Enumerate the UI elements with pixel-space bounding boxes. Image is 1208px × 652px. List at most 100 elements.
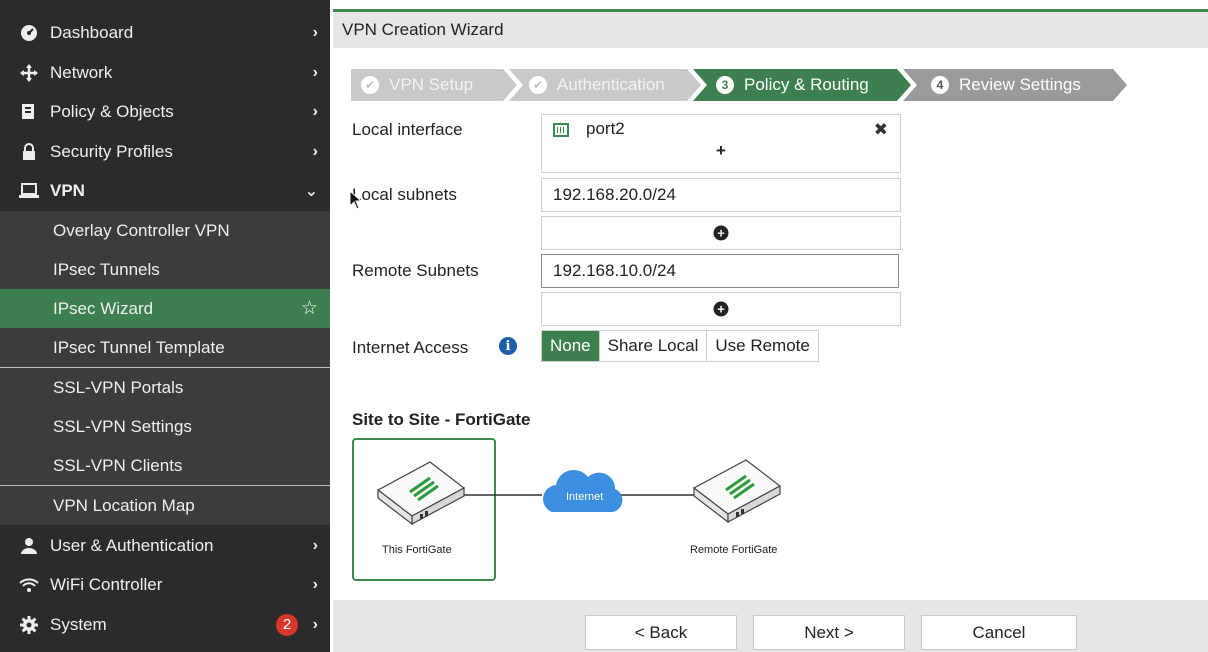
- wifi-icon: [18, 577, 40, 593]
- sidebar-item-label: Security Profiles: [50, 141, 173, 161]
- sidebar-item-ipsec-wizard[interactable]: IPsec Wizard ☆: [0, 289, 330, 328]
- chevron-right-icon: ›: [312, 615, 318, 633]
- this-fortigate-label: This FortiGate: [382, 544, 452, 556]
- gear-icon: [18, 615, 40, 634]
- plus-circle-icon: +: [713, 301, 729, 317]
- local-interface-value: port2: [586, 119, 625, 138]
- sidebar-item-label: Policy & Objects: [50, 101, 174, 121]
- sidebar-item-user-authentication[interactable]: User & Authentication ›: [0, 526, 330, 565]
- chevron-right-icon: ›: [312, 23, 318, 41]
- sidebar-item-label: WiFi Controller: [50, 574, 163, 594]
- sidebar-item-ssl-vpn-clients[interactable]: SSL-VPN Clients: [0, 446, 330, 485]
- sidebar-item-network[interactable]: Network ›: [0, 53, 330, 92]
- step-number: 4: [931, 76, 949, 94]
- sidebar-item-vpn[interactable]: VPN ⌄: [0, 171, 330, 210]
- plus-circle-icon: +: [713, 225, 729, 241]
- step-policy-routing: 3 Policy & Routing: [716, 69, 869, 101]
- sidebar-item-system[interactable]: System 2 ›: [0, 605, 330, 644]
- remote-subnets-label: Remote Subnets: [352, 261, 479, 280]
- chevron-right-icon: ›: [312, 575, 318, 593]
- sidebar-item-ssl-vpn-settings[interactable]: SSL-VPN Settings: [0, 407, 330, 446]
- topology-diagram: Internet This FortiGate Remote FortiGate: [352, 438, 802, 583]
- mouse-cursor-icon: [349, 190, 363, 210]
- sidebar-item-ipsec-tunnels[interactable]: IPsec Tunnels: [0, 250, 330, 289]
- internet-access-toggle: None Share Local Use Remote: [541, 330, 819, 362]
- step-label: VPN Setup: [389, 75, 474, 94]
- port-icon: [553, 123, 569, 137]
- step-review-settings: 4 Review Settings: [931, 69, 1081, 101]
- topology-graphics: [376, 459, 782, 526]
- remote-subnets-value: 192.168.10.0/24: [553, 261, 676, 280]
- close-icon[interactable]: ✖: [874, 120, 888, 140]
- add-local-subnet-button[interactable]: +: [541, 216, 901, 250]
- step-label: Policy & Routing: [744, 75, 869, 94]
- chevron-right-icon: ›: [312, 142, 318, 160]
- step-number: 3: [716, 76, 734, 94]
- chevron-right-icon: ›: [312, 102, 318, 120]
- sidebar-item-policy-objects[interactable]: Policy & Objects ›: [0, 92, 330, 131]
- main-panel: VPN Creation Wizard ✔ VPN Setup ✔ Authen…: [333, 0, 1208, 652]
- step-vpn-setup: ✔ VPN Setup: [361, 69, 473, 101]
- option-share-local[interactable]: Share Local: [600, 331, 708, 361]
- notification-badge: 2: [276, 613, 298, 636]
- next-button[interactable]: Next >: [753, 615, 905, 650]
- laptop-icon: [18, 182, 40, 199]
- sidebar-item-dashboard[interactable]: Dashboard ›: [0, 13, 330, 52]
- local-interface-label: Local interface: [352, 120, 463, 139]
- chevron-right-icon: ›: [312, 63, 318, 81]
- title-bar: VPN Creation Wizard: [333, 12, 1208, 48]
- sidebar-item-label: User & Authentication: [50, 535, 214, 555]
- star-icon[interactable]: ☆: [301, 297, 318, 320]
- local-subnets-value: 192.168.20.0/24: [553, 185, 676, 204]
- sidebar-item-label: Network: [50, 62, 113, 82]
- internet-label: Internet: [566, 491, 604, 503]
- sidebar-item-vpn-location-map[interactable]: VPN Location Map: [0, 486, 330, 525]
- chevron-right-icon: ›: [312, 536, 318, 554]
- sidebar: Dashboard › Network › Policy & Objects ›…: [0, 0, 330, 652]
- local-interface-field[interactable]: port2 ✖ +: [541, 114, 901, 173]
- sidebar-item-label: SSL-VPN Clients: [53, 455, 183, 475]
- sidebar-item-ipsec-tunnel-template[interactable]: IPsec Tunnel Template: [0, 328, 330, 367]
- cancel-button[interactable]: Cancel: [921, 615, 1077, 650]
- sidebar-item-label: System: [50, 614, 107, 634]
- sidebar-item-label: VPN Location Map: [53, 495, 195, 515]
- sidebar-item-ssl-vpn-portals[interactable]: SSL-VPN Portals: [0, 368, 330, 407]
- sidebar-item-wifi-controller[interactable]: WiFi Controller ›: [0, 565, 330, 604]
- step-label: Review Settings: [959, 75, 1081, 94]
- sidebar-item-security-profiles[interactable]: Security Profiles ›: [0, 132, 330, 171]
- local-subnets-input[interactable]: 192.168.20.0/24: [541, 178, 901, 212]
- local-subnets-label: Local subnets: [352, 185, 457, 204]
- sidebar-item-label: SSL-VPN Portals: [53, 377, 184, 397]
- remote-fortigate-label: Remote FortiGate: [690, 544, 778, 556]
- back-button[interactable]: < Back: [585, 615, 737, 650]
- sidebar-item-overlay-controller-vpn[interactable]: Overlay Controller VPN: [0, 211, 330, 250]
- step-authentication: ✔ Authentication: [529, 69, 665, 101]
- sidebar-item-label: Dashboard: [50, 22, 134, 42]
- policy-icon: [18, 103, 40, 121]
- lock-icon: [18, 142, 40, 161]
- fortigate-device-icon: [376, 461, 466, 526]
- user-icon: [18, 537, 40, 555]
- footer-bar: < Back Next > Cancel: [333, 600, 1208, 652]
- info-icon[interactable]: i: [499, 337, 517, 355]
- remote-subnets-input[interactable]: 192.168.10.0/24: [541, 254, 899, 288]
- sidebar-item-label: IPsec Tunnel Template: [53, 337, 225, 357]
- plus-icon[interactable]: +: [716, 141, 726, 161]
- step-label: Authentication: [557, 75, 665, 94]
- diagram-title: Site to Site - FortiGate: [352, 410, 531, 429]
- add-remote-subnet-button[interactable]: +: [541, 292, 901, 326]
- remote-fortigate-device-icon: [692, 459, 782, 524]
- network-icon: [18, 63, 40, 82]
- dashboard-icon: [18, 24, 40, 42]
- internet-access-label: Internet Access: [352, 338, 469, 357]
- option-none[interactable]: None: [542, 331, 600, 361]
- chevron-down-icon: ⌄: [304, 182, 318, 200]
- check-icon: ✔: [529, 76, 547, 94]
- sidebar-item-label: SSL-VPN Settings: [53, 416, 192, 436]
- sidebar-item-label: IPsec Tunnels: [53, 259, 160, 279]
- sidebar-item-label: IPsec Wizard: [53, 298, 154, 318]
- sidebar-item-label: Overlay Controller VPN: [53, 220, 230, 240]
- option-use-remote[interactable]: Use Remote: [707, 331, 817, 361]
- check-icon: ✔: [361, 76, 379, 94]
- page-title: VPN Creation Wizard: [342, 20, 504, 39]
